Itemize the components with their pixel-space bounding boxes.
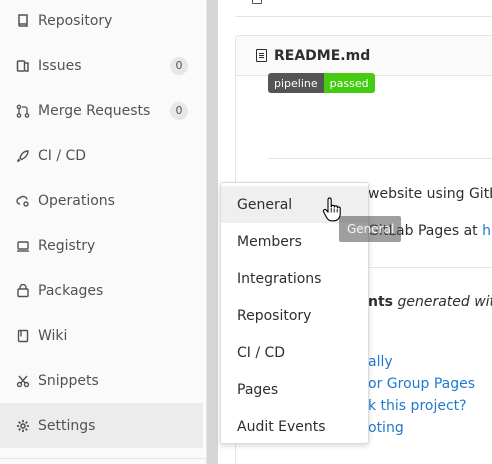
container-icon bbox=[16, 239, 30, 253]
readme-text-line: nts generated with D bbox=[368, 294, 492, 310]
count-badge: 0 bbox=[170, 101, 188, 120]
readme-link[interactable]: h bbox=[482, 223, 491, 239]
badge-label: pipeline bbox=[268, 73, 324, 93]
sidebar-scrollbar[interactable] bbox=[207, 0, 218, 464]
scissors-icon bbox=[16, 374, 30, 388]
menu-item-pages[interactable]: Pages bbox=[221, 371, 368, 408]
sidebar-divider bbox=[0, 458, 207, 459]
readme-text-line: website using GitLab bbox=[368, 186, 492, 202]
sidebar-item-operations[interactable]: Operations bbox=[0, 178, 203, 223]
menu-item-repository[interactable]: Repository bbox=[221, 297, 368, 334]
toc-link[interactable]: ally bbox=[368, 354, 393, 370]
sidebar-item-label: Snippets bbox=[38, 372, 99, 389]
gear-icon bbox=[16, 419, 30, 433]
menu-item-audit-events[interactable]: Audit Events bbox=[221, 408, 368, 445]
sidebar-item-label: Registry bbox=[38, 237, 96, 254]
sidebar-item-repository[interactable]: Repository bbox=[0, 0, 203, 43]
sidebar-item-label: Repository bbox=[38, 12, 113, 29]
hand-pointer-cursor-icon bbox=[322, 197, 341, 222]
package-icon bbox=[16, 283, 30, 298]
issues-icon bbox=[16, 59, 30, 73]
sidebar-item-label: Settings bbox=[38, 417, 96, 434]
repository-icon bbox=[16, 13, 30, 28]
readme-title: README.md bbox=[274, 47, 371, 64]
project-sidebar: Repository Issues 0 Merge Requests 0 CI … bbox=[0, 0, 207, 464]
book-icon bbox=[16, 329, 30, 343]
rocket-icon bbox=[16, 149, 30, 163]
sidebar-item-settings[interactable]: Settings bbox=[0, 403, 203, 448]
sidebar-item-registry[interactable]: Registry bbox=[0, 223, 203, 268]
divider bbox=[268, 158, 492, 159]
sidebar-item-merge-requests[interactable]: Merge Requests 0 bbox=[0, 88, 203, 133]
badge-status: passed bbox=[323, 73, 375, 93]
toc-link[interactable]: k this project? bbox=[368, 398, 467, 414]
readme-header: README.md bbox=[236, 36, 492, 76]
file-text-icon bbox=[256, 49, 267, 62]
sidebar-item-label: Issues bbox=[38, 57, 82, 74]
merge-request-icon bbox=[16, 104, 30, 118]
toc-link[interactable]: or Group Pages bbox=[368, 376, 475, 392]
sidebar-item-issues[interactable]: Issues 0 bbox=[0, 43, 203, 88]
sidebar-item-label: Operations bbox=[38, 192, 115, 209]
cloud-gear-icon bbox=[16, 194, 30, 208]
file-icon bbox=[252, 0, 262, 4]
tooltip: General bbox=[339, 216, 401, 242]
toc-link[interactable]: oting bbox=[368, 420, 404, 436]
pipeline-status-badge[interactable]: pipeline passed bbox=[268, 73, 375, 93]
sidebar-item-label: CI / CD bbox=[38, 147, 87, 164]
sidebar-item-packages[interactable]: Packages bbox=[0, 268, 203, 313]
sidebar-item-wiki[interactable]: Wiki bbox=[0, 313, 203, 358]
sidebar-item-ci-cd[interactable]: CI / CD bbox=[0, 133, 203, 178]
sidebar-item-label: Merge Requests bbox=[38, 102, 151, 119]
sidebar-item-label: Packages bbox=[38, 282, 104, 299]
file-row[interactable] bbox=[235, 0, 492, 17]
menu-item-ci-cd[interactable]: CI / CD bbox=[221, 334, 368, 371]
divider bbox=[368, 267, 492, 268]
sidebar-item-snippets[interactable]: Snippets bbox=[0, 358, 203, 403]
menu-item-integrations[interactable]: Integrations bbox=[221, 260, 368, 297]
sidebar-item-label: Wiki bbox=[38, 327, 68, 344]
count-badge: 0 bbox=[170, 56, 188, 75]
